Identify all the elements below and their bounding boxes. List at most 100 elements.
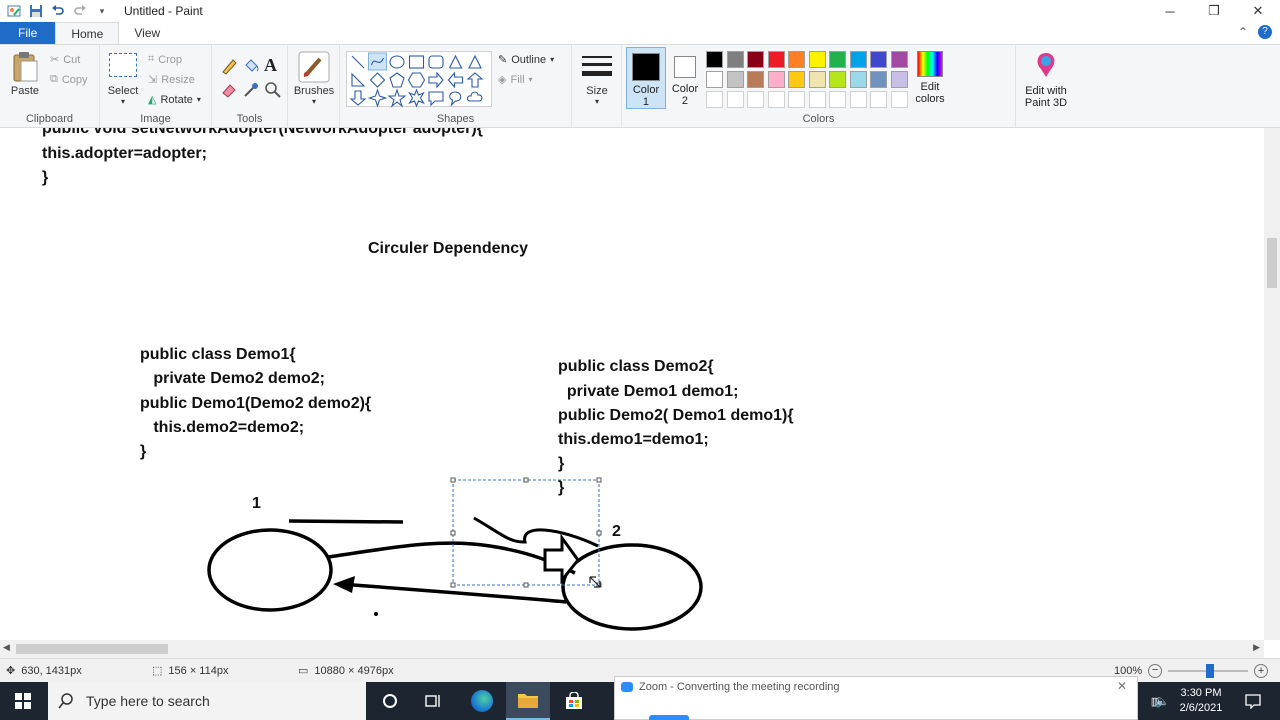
customize-qat-icon[interactable]: ▾ [94,3,110,19]
undo-icon[interactable] [50,3,66,19]
shapes-gallery-icons[interactable] [347,52,493,108]
shape-option[interactable] [389,55,405,69]
palette-swatch[interactable] [808,51,826,68]
palette-swatch[interactable] [849,51,867,68]
file-explorer-taskbar-button[interactable] [506,682,550,720]
palette-swatch[interactable] [788,71,805,88]
shape-option[interactable] [351,72,366,87]
color1-button[interactable]: Color 1 [626,47,666,109]
shape-option[interactable] [468,54,482,69]
vertical-scroll-thumb[interactable] [1267,238,1277,288]
custom-color-slot[interactable] [726,91,744,108]
toast-close-icon[interactable]: ✕ [1117,679,1127,693]
custom-color-slot[interactable] [870,91,887,108]
shape-option[interactable] [389,72,405,88]
zoom-in-icon[interactable]: + [1254,664,1269,678]
zoom-slider-thumb[interactable] [1206,664,1215,678]
shape-option[interactable] [449,91,462,107]
shape-option[interactable] [466,91,483,102]
outline-button[interactable]: ✎ Outline ▾ [498,53,554,67]
tab-file[interactable]: File [0,22,56,44]
text-tool-icon[interactable]: A [264,55,277,76]
minimize-button[interactable]: ─ [1148,0,1192,22]
palette-swatch[interactable] [788,51,805,68]
close-button[interactable]: ✕ [1236,0,1280,22]
shape-option[interactable] [447,71,464,89]
edit-colors-button[interactable]: Edit colors [912,51,948,105]
copy-button[interactable]: ⧉ Copy [50,73,88,86]
cut-button[interactable]: ✂ Cut [50,53,80,67]
save-icon[interactable] [28,3,44,19]
fill-button[interactable]: ◈ Fill ▾ [498,73,533,87]
palette-swatch[interactable] [808,71,826,88]
palette-swatch[interactable] [767,71,785,88]
horizontal-scrollbar[interactable]: ◀ ▶ [0,640,1264,658]
palette-swatch[interactable] [870,51,887,68]
edit-with-paint3d-button[interactable]: Edit with Paint 3D [1016,51,1076,109]
palette-swatch[interactable] [849,71,867,88]
paste-button[interactable]: Paste [8,51,42,97]
zoom-slider[interactable] [1168,664,1249,678]
shape-option[interactable] [351,55,365,69]
custom-color-slot[interactable] [890,91,908,108]
store-taskbar-button[interactable] [552,682,596,720]
shape-option[interactable] [387,88,407,108]
palette-swatch[interactable] [726,71,744,88]
shape-option[interactable] [367,88,388,108]
shape-option[interactable] [466,72,484,88]
shape-option[interactable] [428,91,444,107]
custom-color-slot[interactable] [849,91,867,108]
restore-button[interactable]: ❐ [1192,0,1236,22]
palette-swatch[interactable] [870,71,887,88]
crop-button[interactable]: ⌗ Crop [148,53,182,66]
palette-swatch[interactable] [890,71,908,88]
color2-button[interactable]: Color 2 [670,47,700,109]
select-button[interactable]: Select ▾ [106,53,140,106]
palette-swatch[interactable] [767,51,785,68]
shape-option[interactable] [408,55,425,69]
redo-icon[interactable] [72,3,88,19]
shape-option[interactable] [428,55,444,69]
palette-swatch[interactable] [706,51,723,68]
eraser-icon[interactable] [220,81,238,102]
palette-swatch[interactable] [726,51,744,68]
vertical-scrollbar[interactable] [1264,128,1280,640]
task-view-button[interactable] [412,682,456,720]
start-button[interactable] [0,682,46,720]
volume-icon[interactable]: 🔈 [1150,682,1174,720]
edge-taskbar-button[interactable] [460,682,504,720]
palette-swatch[interactable] [890,51,908,68]
custom-color-slot[interactable] [829,91,846,108]
custom-color-slot[interactable] [747,91,764,108]
shape-option[interactable] [449,54,463,69]
tab-home[interactable]: Home [55,22,120,44]
cortana-button[interactable] [368,682,412,720]
tab-view[interactable]: View [119,22,175,44]
rotate-button[interactable]: ◭ Rotate ▾ [148,93,201,107]
shape-option[interactable] [369,72,386,88]
help-icon[interactable]: ? [1258,25,1272,39]
custom-color-slot[interactable] [808,91,826,108]
custom-color-slot[interactable] [788,91,805,108]
shape-option[interactable] [428,71,444,89]
size-button[interactable]: Size ▾ [578,53,616,106]
palette-swatch[interactable] [747,51,764,68]
scroll-right-icon[interactable]: ▶ [1253,642,1260,653]
taskbar-clock[interactable]: 3:30 PM 2/6/2021 [1176,682,1226,720]
fill-bucket-icon[interactable] [242,57,260,78]
zoom-out-icon[interactable]: − [1148,664,1163,678]
shape-option[interactable] [407,72,426,88]
taskbar-search[interactable]: Type here to search [48,682,366,720]
shape-option[interactable] [368,52,387,71]
resize-button[interactable]: ⇲ Resize [148,73,195,87]
palette-swatch[interactable] [747,71,764,88]
scroll-left-icon[interactable]: ◀ [3,642,10,653]
drawing-canvas[interactable]: public void setNetworkAdopter(NetworkAdo… [0,128,1264,640]
custom-color-slot[interactable] [706,91,723,108]
color-picker-icon[interactable] [242,81,260,102]
custom-color-slot[interactable] [767,91,785,108]
pencil-icon[interactable] [220,57,238,78]
shape-option[interactable] [349,90,367,106]
palette-swatch[interactable] [706,71,723,88]
palette-swatch[interactable] [829,51,846,68]
